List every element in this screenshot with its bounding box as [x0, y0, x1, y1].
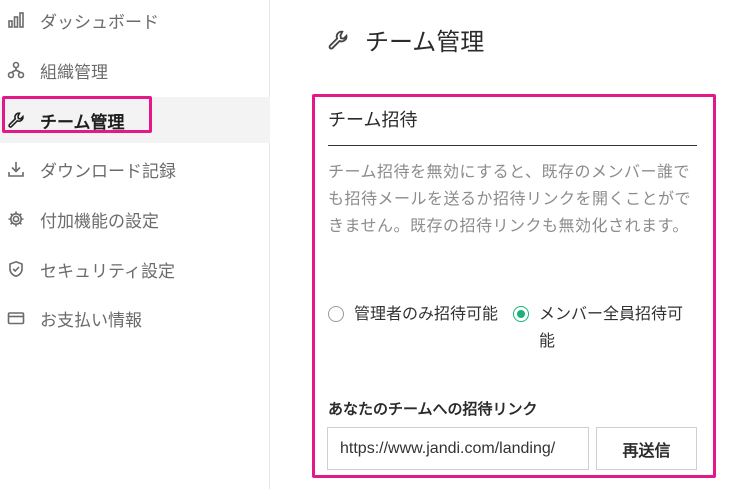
- radio-checked[interactable]: [513, 306, 529, 322]
- sidebar-item-label: ダウンロード記録: [40, 161, 176, 182]
- sidebar-item-label: チーム管理: [40, 112, 125, 133]
- invite-link-label: あなたのチームへの招待リンク: [328, 400, 538, 418]
- credit-card-icon: [6, 308, 26, 328]
- page-title: チーム管理: [327, 22, 484, 57]
- sidebar-item-dashboard[interactable]: ダッシュボード: [0, 0, 270, 43]
- gear-icon: [6, 209, 26, 229]
- sidebar-item-label: セキュリティ設定: [40, 261, 175, 282]
- section-title: チーム招待: [328, 110, 418, 131]
- section-divider: [328, 145, 697, 146]
- sidebar-item-organization[interactable]: 組織管理: [0, 47, 270, 93]
- sidebar-item-label: ダッシュボード: [40, 12, 159, 33]
- shield-icon: [6, 259, 26, 279]
- radio-unchecked[interactable]: [328, 306, 344, 322]
- team-invite-panel: [312, 94, 716, 478]
- radio-admins-only[interactable]: 管理者のみ招待可能: [328, 300, 504, 327]
- org-chart-icon: [6, 60, 26, 80]
- sidebar-item-team-management[interactable]: チーム管理: [0, 97, 270, 143]
- sidebar-item-label: お支払い情報: [40, 310, 142, 331]
- radio-label: 管理者のみ招待可能: [354, 304, 499, 323]
- invite-description: チーム招待を無効にすると、既存のメンバー誰でも招待メールを送るか招待リンクを開く…: [328, 162, 692, 235]
- sidebar-item-label: 付加機能の設定: [40, 211, 159, 232]
- wrench-icon: [327, 29, 349, 51]
- page-title-text: チーム管理: [365, 28, 485, 56]
- sidebar-item-addon-settings[interactable]: 付加機能の設定: [0, 196, 270, 242]
- sidebar-item-download-log[interactable]: ダウンロード記録: [0, 146, 270, 192]
- sidebar: ダッシュボード 組織管理 チーム管理 ダウンロード記録 付加機能の設定 セキュリ…: [0, 0, 270, 489]
- wrench-icon: [6, 110, 26, 130]
- download-icon: [6, 159, 26, 179]
- bar-chart-icon: [6, 10, 26, 30]
- radio-label: メンバー全員招待可能: [539, 304, 684, 350]
- sidebar-item-security-settings[interactable]: セキュリティ設定: [0, 246, 270, 292]
- radio-all-members[interactable]: メンバー全員招待可能: [513, 300, 689, 354]
- invite-link-field[interactable]: [327, 427, 589, 470]
- resend-button[interactable]: 再送信: [596, 427, 697, 470]
- sidebar-item-label: 組織管理: [40, 62, 108, 83]
- sidebar-item-billing[interactable]: お支払い情報: [0, 295, 270, 341]
